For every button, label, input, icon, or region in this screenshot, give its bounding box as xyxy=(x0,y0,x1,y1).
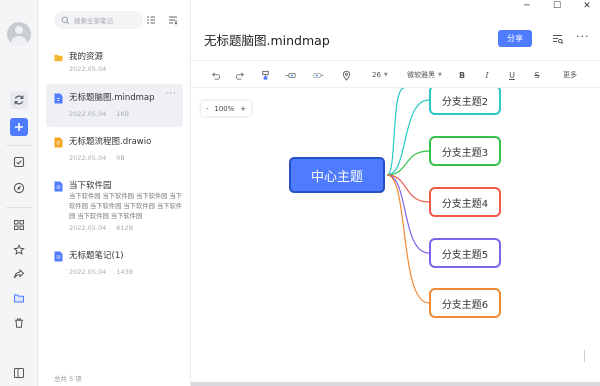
note-file-icon xyxy=(54,251,63,262)
list-item-meta: 2022.05.04 1KB xyxy=(69,110,130,118)
list-item-title: 无标题笔记(1) xyxy=(69,251,124,261)
connector-lines xyxy=(386,88,430,304)
trash-icon[interactable] xyxy=(10,314,28,332)
minimize-button[interactable]: ─ xyxy=(520,1,534,11)
maximize-button[interactable]: ☐ xyxy=(550,1,564,11)
scrollbar[interactable] xyxy=(584,350,585,362)
list-item-meta: 2022.05.04 xyxy=(69,65,107,73)
list-item-title: 当下软件园 xyxy=(69,181,112,191)
add-note-button[interactable] xyxy=(10,118,28,136)
more-tools-button[interactable]: 更多 xyxy=(563,69,577,81)
list-item[interactable]: 当下软件园 当下软件园 当下软件园 当下软件园 当下软件园 当下软件园 当下软件… xyxy=(46,172,183,236)
drawio-file-icon xyxy=(54,137,63,148)
connector-line xyxy=(386,88,405,176)
list-item[interactable]: 我的资源 2022.05.04 xyxy=(46,43,183,79)
item-count: 总共 5 项 xyxy=(54,375,82,383)
list-item-title: 无标题流程图.drawio xyxy=(69,137,152,147)
list-item[interactable]: 无标题流程图.drawio 2022.05.04 0B xyxy=(46,128,183,171)
list-view-icon[interactable] xyxy=(146,15,156,25)
outline-search-icon[interactable] xyxy=(552,33,564,45)
more-options-icon[interactable]: ··· xyxy=(165,89,177,99)
connector-line xyxy=(386,174,430,254)
font-size-select[interactable]: 26 ▼ xyxy=(372,69,388,81)
list-item-meta: 2022.05.04 143B xyxy=(69,268,134,276)
list-item-title: 无标题脑图.mindmap xyxy=(69,93,155,103)
discover-icon[interactable] xyxy=(10,179,28,197)
format-painter-icon[interactable] xyxy=(259,69,271,81)
list-item-meta: 2022.05.04 0B xyxy=(69,154,125,162)
branch-topic-node[interactable]: 分支主题2 xyxy=(429,88,501,115)
rail-divider xyxy=(6,145,32,146)
sort-icon[interactable] xyxy=(168,15,178,25)
mindmap-canvas[interactable]: - 100% + 中心主题 分支主题2 分支主题3 分支主题4 分支主题5 分支… xyxy=(191,88,600,384)
italic-icon[interactable]: I xyxy=(482,69,492,81)
folder-icon xyxy=(54,54,63,62)
folder-nav-icon[interactable] xyxy=(10,289,28,307)
redo-icon[interactable] xyxy=(234,69,246,81)
todo-icon[interactable] xyxy=(10,153,28,171)
document-title[interactable]: 无标题脑图.mindmap xyxy=(204,30,330,49)
star-icon[interactable] xyxy=(10,241,28,259)
bold-icon[interactable]: B xyxy=(457,69,467,81)
share-arrow-icon[interactable] xyxy=(10,265,28,283)
share-button[interactable]: 分享 xyxy=(498,30,532,47)
search-icon xyxy=(61,16,70,24)
sidebar-toggle-icon[interactable] xyxy=(10,364,28,382)
insert-sibling-node-icon[interactable] xyxy=(311,69,325,81)
undo-icon[interactable] xyxy=(209,69,221,81)
location-icon[interactable] xyxy=(340,69,352,81)
editor-toolbar: 26 ▼ 微软雅黑 ▼ B I U S 更多 xyxy=(191,60,600,88)
close-button[interactable]: ✕ xyxy=(580,1,594,11)
strikethrough-icon[interactable]: S xyxy=(532,69,542,81)
branch-topic-node[interactable]: 分支主题6 xyxy=(429,288,501,318)
rail-divider xyxy=(6,207,32,208)
underline-icon[interactable]: U xyxy=(507,69,517,81)
app-window: 搜索全部笔记 我的资源 2022.05.04 无标题脑图.mindmap ···… xyxy=(0,0,600,386)
connector-line xyxy=(386,174,430,304)
note-file-icon xyxy=(54,181,63,192)
branch-topic-node[interactable]: 分支主题4 xyxy=(429,187,501,217)
search-input[interactable]: 搜索全部笔记 xyxy=(54,11,143,29)
list-item-meta: 2022.05.04 612B xyxy=(69,224,134,232)
branch-topic-node[interactable]: 分支主题5 xyxy=(429,238,501,268)
list-item[interactable]: 无标题笔记(1) 2022.05.04 143B xyxy=(46,242,183,285)
avatar[interactable] xyxy=(7,22,31,46)
notes-list-panel: 搜索全部笔记 我的资源 2022.05.04 无标题脑图.mindmap ···… xyxy=(38,0,191,386)
apps-grid-icon[interactable] xyxy=(10,216,28,234)
left-rail xyxy=(0,0,38,386)
font-family-select[interactable]: 微软雅黑 ▼ xyxy=(407,69,442,81)
connector-line xyxy=(386,99,430,176)
branch-topic-node[interactable]: 分支主题3 xyxy=(429,136,501,166)
editor-pane: ─ ☐ ✕ 无标题脑图.mindmap 分享 ··· 26 ▼ 微软雅黑 ▼ B… xyxy=(191,0,600,386)
list-item-active[interactable]: 无标题脑图.mindmap ··· 2022.05.04 1KB xyxy=(46,84,183,127)
sync-icon[interactable] xyxy=(10,91,28,109)
insert-child-node-icon[interactable] xyxy=(283,69,297,81)
list-item-snippet: 当下软件园 当下软件园 当下软件园 当下软件园 当下软件园 当下软件园 当下软件… xyxy=(69,193,183,220)
central-topic-node[interactable]: 中心主题 xyxy=(289,157,385,193)
horizontal-scrollbar[interactable] xyxy=(191,382,600,386)
more-menu-button[interactable]: ··· xyxy=(576,30,590,43)
search-placeholder: 搜索全部笔记 xyxy=(74,17,113,25)
mindmap-file-icon xyxy=(54,93,63,104)
list-item-title: 我的资源 xyxy=(69,52,104,62)
